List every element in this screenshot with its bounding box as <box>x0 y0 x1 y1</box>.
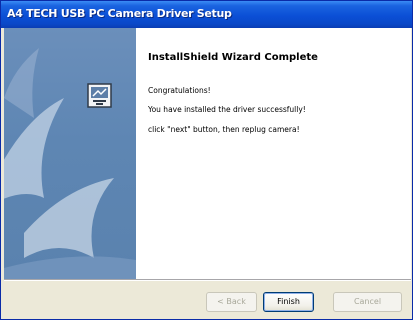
wizard-headline: InstallShield Wizard Complete <box>148 52 318 63</box>
setup-monitor-icon <box>87 83 112 108</box>
title-bar[interactable]: A4 TECH USB PC Camera Driver Setup <box>1 1 412 28</box>
banner-graphic <box>4 48 136 279</box>
back-button[interactable]: < Back <box>206 292 257 312</box>
congrats-text: Congratulations! <box>148 86 211 95</box>
setup-window: A4 TECH USB PC Camera Driver Setup Insta… <box>0 0 413 320</box>
install-success-text: You have installed the driver successful… <box>148 105 306 114</box>
finish-button[interactable]: Finish <box>263 292 314 312</box>
wizard-side-banner <box>4 28 136 279</box>
footer-divider <box>4 279 411 281</box>
window-title: A4 TECH USB PC Camera Driver Setup <box>7 7 232 20</box>
replug-instruction-text: click "next" button, then replug camera! <box>148 125 300 134</box>
cancel-button[interactable]: Cancel <box>333 292 402 312</box>
wizard-content-pane: InstallShield Wizard Complete Congratula… <box>136 28 411 279</box>
